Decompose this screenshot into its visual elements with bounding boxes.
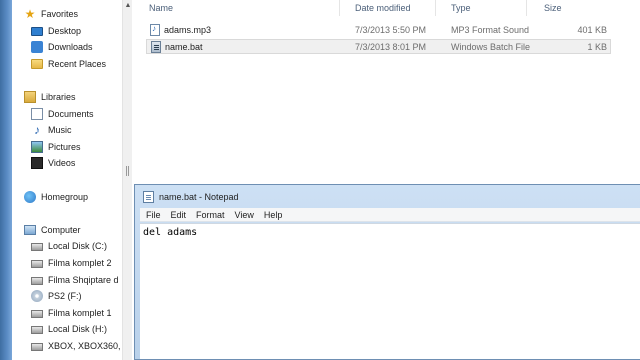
nav-item-label: XBOX, XBOX360,: [48, 340, 121, 351]
file-row[interactable]: adams.mp3 7/3/2013 5:50 PM MP3 Format So…: [146, 23, 611, 38]
scrollbar-grip[interactable]: [126, 166, 129, 176]
nav-computer[interactable]: Computer: [24, 222, 81, 237]
batch-file-icon: [151, 41, 161, 53]
nav-libraries[interactable]: Libraries: [24, 89, 76, 104]
column-header-label: Date modified: [355, 3, 411, 13]
nav-pane-scrollbar[interactable]: ▲: [122, 0, 132, 360]
file-size: 1 KB: [587, 42, 607, 52]
file-type: MP3 Format Sound: [451, 25, 530, 35]
notepad-title-bar[interactable]: name.bat - Notepad: [143, 189, 239, 205]
nav-item-label: Videos: [48, 157, 76, 168]
nav-favorites[interactable]: ★ Favorites: [24, 6, 78, 21]
column-header-size[interactable]: Size: [526, 0, 606, 16]
nav-item-label: Filma komplet 2: [48, 257, 112, 268]
drive-icon: [31, 276, 43, 285]
nav-item-filma-shqiptare[interactable]: Filma Shqiptare d: [31, 272, 119, 287]
nav-homegroup-label: Homegroup: [41, 191, 89, 202]
nav-item-label: Downloads: [48, 41, 93, 52]
drive-icon: [31, 325, 43, 334]
notepad-menu-bar: File Edit Format View Help: [140, 208, 640, 222]
nav-item-xbox[interactable]: XBOX, XBOX360,: [31, 338, 121, 353]
column-header-date-modified[interactable]: Date modified: [339, 0, 435, 16]
menu-edit[interactable]: Edit: [171, 210, 187, 220]
videos-icon: [31, 156, 43, 169]
menu-file[interactable]: File: [146, 210, 161, 220]
nav-item-label: Filma Shqiptare d: [48, 274, 119, 285]
nav-item-desktop[interactable]: Desktop: [31, 23, 81, 38]
nav-item-videos[interactable]: Videos: [31, 155, 75, 170]
notepad-window: name.bat - Notepad File Edit Format View…: [134, 184, 640, 360]
window-frame-edge: [0, 0, 12, 360]
file-name: name.bat: [165, 42, 203, 52]
navigation-pane: ★ Favorites Desktop Downloads Recent Pla…: [12, 0, 122, 360]
drive-icon: [31, 342, 43, 351]
file-name: adams.mp3: [164, 25, 212, 35]
nav-item-label: Recent Places: [48, 58, 107, 69]
notepad-text-area[interactable]: del adams: [140, 223, 640, 359]
nav-libraries-label: Libraries: [41, 91, 76, 102]
file-type: Windows Batch File: [451, 42, 531, 52]
homegroup-icon: [24, 190, 36, 203]
nav-item-local-disk-h[interactable]: Local Disk (H:): [31, 321, 107, 336]
nav-item-local-disk-c[interactable]: Local Disk (C:): [31, 238, 107, 253]
file-list: Name Date modified Type Size adams.mp3 7…: [132, 0, 640, 185]
drive-icon: [31, 259, 43, 268]
file-date: 7/3/2013 8:01 PM: [355, 42, 427, 52]
menu-view[interactable]: View: [235, 210, 254, 220]
local-disk-icon: [31, 242, 43, 251]
nav-item-filma-komplet-1[interactable]: Filma komplet 1: [31, 305, 112, 320]
computer-icon: [24, 224, 36, 235]
music-icon: ♪: [34, 122, 40, 137]
dvd-drive-icon: [31, 289, 43, 302]
nav-item-label: Pictures: [48, 141, 81, 152]
nav-item-documents[interactable]: Documents: [31, 106, 94, 121]
nav-item-label: Desktop: [48, 25, 82, 36]
column-header-label: Type: [451, 3, 471, 13]
menu-format[interactable]: Format: [196, 210, 225, 220]
column-header-type[interactable]: Type: [435, 0, 526, 16]
nav-item-filma-komplet-2[interactable]: Filma komplet 2: [31, 255, 112, 270]
downloads-icon: [31, 40, 43, 53]
libraries-icon: [24, 90, 36, 103]
recent-places-icon: [31, 58, 43, 69]
nav-favorites-label: Favorites: [41, 8, 79, 19]
notepad-icon: [143, 191, 154, 203]
star-icon: ★: [24, 6, 36, 21]
mp3-file-icon: [150, 24, 160, 36]
nav-item-downloads[interactable]: Downloads: [31, 39, 93, 54]
column-header-label: Size: [544, 3, 562, 13]
nav-item-label: Documents: [48, 108, 94, 119]
documents-icon: [31, 107, 43, 120]
nav-item-pictures[interactable]: Pictures: [31, 139, 81, 154]
nav-item-label: Music: [48, 124, 72, 135]
column-header-name[interactable]: Name: [132, 0, 339, 16]
drive-icon: [31, 309, 43, 318]
file-row-selected[interactable]: name.bat 7/3/2013 8:01 PM Windows Batch …: [146, 39, 611, 54]
menu-help[interactable]: Help: [264, 210, 283, 220]
nav-item-recent-places[interactable]: Recent Places: [31, 56, 106, 71]
file-date: 7/3/2013 5:50 PM: [355, 25, 427, 35]
nav-item-ps2[interactable]: PS2 (F:): [31, 288, 82, 303]
nav-homegroup[interactable]: Homegroup: [24, 189, 88, 204]
nav-item-music[interactable]: ♪ Music: [31, 122, 72, 137]
nav-item-label: Local Disk (H:): [48, 323, 108, 334]
nav-item-label: Local Disk (C:): [48, 240, 108, 251]
desktop-icon: [31, 26, 43, 36]
notepad-title: name.bat - Notepad: [159, 192, 239, 202]
nav-item-label: PS2 (F:): [48, 290, 82, 301]
pictures-icon: [31, 140, 43, 153]
nav-computer-label: Computer: [41, 224, 81, 235]
column-header-label: Name: [149, 3, 174, 13]
file-size: 401 KB: [577, 25, 607, 35]
nav-item-label: Filma komplet 1: [48, 307, 112, 318]
